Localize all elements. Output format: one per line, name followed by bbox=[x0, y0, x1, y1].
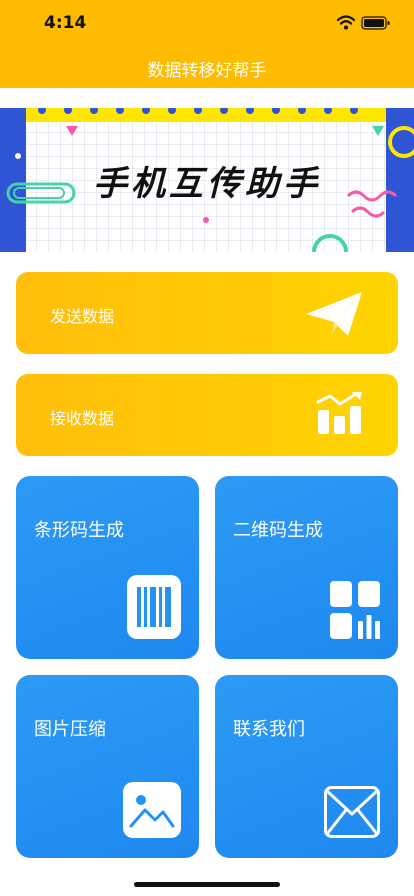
barcode-icon bbox=[127, 575, 181, 639]
mail-icon bbox=[324, 786, 380, 838]
wifi-icon bbox=[336, 15, 356, 30]
qr-code-generator-tile[interactable]: 二维码生成 bbox=[215, 476, 398, 659]
contact-us-tile[interactable]: 联系我们 bbox=[215, 675, 398, 858]
qr-code-generator-label: 二维码生成 bbox=[233, 520, 323, 541]
battery-icon bbox=[361, 16, 390, 30]
receive-data-button[interactable]: 接收数据 bbox=[16, 374, 398, 456]
barcode-generator-label: 条形码生成 bbox=[34, 520, 124, 541]
image-icon bbox=[123, 782, 181, 838]
image-compress-tile[interactable]: 图片压缩 bbox=[16, 675, 199, 858]
promo-banner[interactable]: 手机互传助手 bbox=[0, 108, 414, 252]
send-data-button[interactable]: 发送数据 bbox=[16, 272, 398, 354]
status-icons bbox=[336, 15, 390, 30]
qr-code-icon bbox=[330, 581, 380, 639]
banner-title: 手机互传助手 bbox=[93, 164, 321, 204]
home-indicator[interactable] bbox=[134, 882, 280, 887]
page-title: 数据转移好帮手 bbox=[147, 61, 267, 81]
bar-chart-icon bbox=[316, 392, 362, 434]
image-compress-label: 图片压缩 bbox=[34, 719, 106, 740]
app-header: 4:14 数据转移好帮手 bbox=[0, 0, 414, 88]
send-data-label: 发送数据 bbox=[50, 307, 115, 326]
status-time: 4:14 bbox=[44, 13, 87, 33]
contact-us-label: 联系我们 bbox=[233, 719, 305, 740]
receive-data-label: 接收数据 bbox=[50, 409, 115, 428]
paper-plane-icon bbox=[306, 292, 362, 336]
barcode-generator-tile[interactable]: 条形码生成 bbox=[16, 476, 199, 659]
